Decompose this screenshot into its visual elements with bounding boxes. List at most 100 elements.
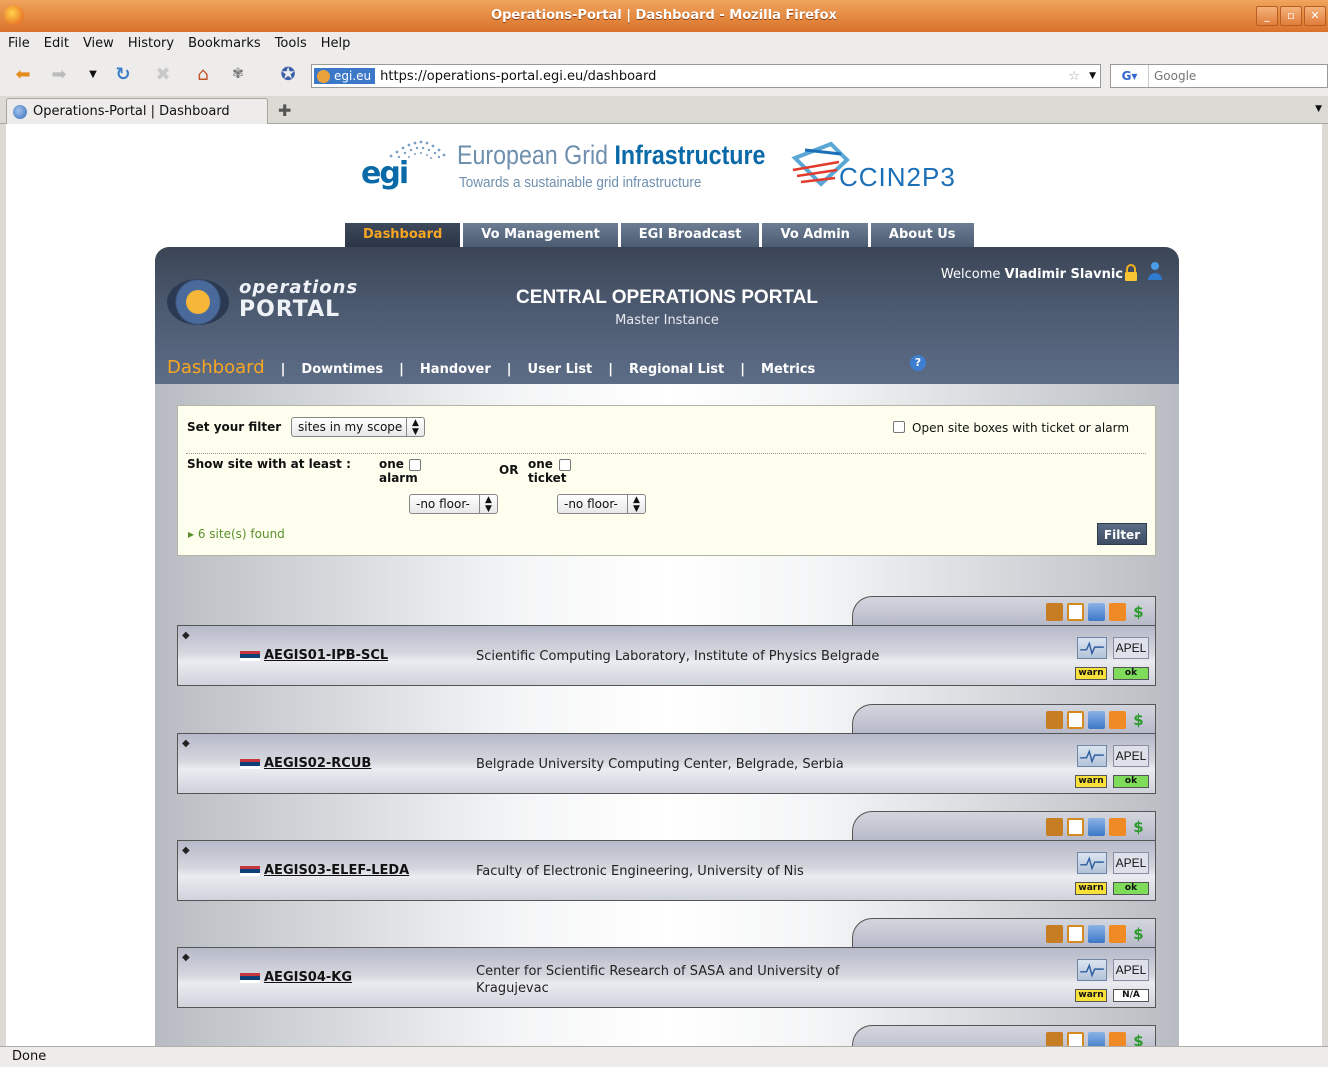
expand-toggle-icon[interactable]: ◆ xyxy=(182,738,190,749)
rss-icon[interactable] xyxy=(1109,603,1126,621)
refresh-icon[interactable]: $ xyxy=(1130,603,1147,621)
notepad-icon[interactable] xyxy=(1067,1032,1084,1046)
expand-toggle-icon[interactable]: ◆ xyxy=(182,845,190,856)
refresh-icon[interactable]: $ xyxy=(1130,818,1147,836)
stop-icon[interactable]: ✖ xyxy=(150,61,176,87)
ticket-floor-select[interactable]: -no floor- ▲ ▼ xyxy=(557,494,646,514)
expand-toggle-icon[interactable]: ◆ xyxy=(182,630,190,641)
create-ticket-icon[interactable] xyxy=(1046,711,1063,729)
scrollbar[interactable] xyxy=(1322,124,1328,1046)
search-bar[interactable]: G▾ xyxy=(1110,64,1328,88)
rss-icon[interactable] xyxy=(1109,1032,1126,1046)
status-badge-warn[interactable]: warn xyxy=(1075,775,1107,788)
subnav-dashboard[interactable]: Dashboard xyxy=(167,357,275,378)
sites-found-toggle[interactable]: ▸ 6 site(s) found xyxy=(188,527,285,541)
contact-icon[interactable] xyxy=(1088,1032,1105,1046)
notepad-icon[interactable] xyxy=(1067,711,1084,729)
ccin2p3-logo[interactable]: CCIN2P3 xyxy=(791,136,971,196)
url-bar[interactable]: egi.eu https://operations-portal.egi.eu/… xyxy=(311,64,1101,88)
scope-select[interactable]: sites in my scope ▲ ▼ xyxy=(291,417,425,437)
alarm-floor-select[interactable]: -no floor- ▲ ▼ xyxy=(409,494,498,514)
rss-icon[interactable] xyxy=(1109,711,1126,729)
create-ticket-icon[interactable] xyxy=(1046,603,1063,621)
alarm-checkbox[interactable] xyxy=(409,459,421,471)
bookmark-star-icon[interactable]: ☆ xyxy=(1068,69,1080,84)
status-badge-ok[interactable]: ok xyxy=(1113,667,1149,680)
url-text[interactable]: https://operations-portal.egi.eu/dashboa… xyxy=(380,69,656,84)
ticket-checkbox[interactable] xyxy=(559,459,571,471)
status-badge-na[interactable]: N/A xyxy=(1113,989,1149,1002)
tab-list-icon[interactable]: ▼ xyxy=(1315,104,1322,114)
notepad-icon[interactable] xyxy=(1067,603,1084,621)
subnav-regional-list[interactable]: Regional List xyxy=(619,362,734,377)
expand-toggle-icon[interactable]: ◆ xyxy=(182,952,190,963)
menu-history[interactable]: History xyxy=(128,36,174,51)
subnav-metrics[interactable]: Metrics xyxy=(751,362,825,377)
subnav-handover[interactable]: Handover xyxy=(410,362,501,377)
menu-view[interactable]: View xyxy=(83,36,114,51)
open-site-boxes-checkbox[interactable] xyxy=(893,421,905,433)
apel-button[interactable]: APEL xyxy=(1113,745,1149,767)
addon-icon[interactable]: ✾ xyxy=(225,61,251,87)
site-name-link[interactable]: AEGIS04-KG xyxy=(264,970,352,985)
browser-tab[interactable]: Operations-Portal | Dashboard xyxy=(6,98,268,124)
monitoring-icon[interactable] xyxy=(1077,852,1107,874)
subnav-user-list[interactable]: User List xyxy=(518,362,603,377)
reload-icon[interactable]: ↻ xyxy=(110,61,136,87)
url-dropdown-icon[interactable]: ▼ xyxy=(1089,71,1096,81)
menu-bookmarks[interactable]: Bookmarks xyxy=(188,36,261,51)
contact-icon[interactable] xyxy=(1088,711,1105,729)
rss-icon[interactable] xyxy=(1109,925,1126,943)
top-tab-vo-management[interactable]: Vo Management xyxy=(463,223,618,247)
top-tab-about-us[interactable]: About Us xyxy=(870,223,974,247)
site-name-link[interactable]: AEGIS02-RCUB xyxy=(264,756,371,771)
history-dropdown-icon[interactable]: ▼ xyxy=(80,61,106,87)
search-engine-icon[interactable]: G▾ xyxy=(1111,65,1149,87)
subnav-downtimes[interactable]: Downtimes xyxy=(291,362,393,377)
egi-logo[interactable]: egi European Grid Infrastructure Towards… xyxy=(361,138,781,198)
site-name-link[interactable]: AEGIS01-IPB-SCL xyxy=(264,648,388,663)
create-ticket-icon[interactable] xyxy=(1046,925,1063,943)
status-badge-ok[interactable]: ok xyxy=(1113,882,1149,895)
rss-icon[interactable] xyxy=(1109,818,1126,836)
create-ticket-icon[interactable] xyxy=(1046,1032,1063,1046)
refresh-icon[interactable]: $ xyxy=(1130,1032,1147,1046)
tools-icon[interactable]: ✪ xyxy=(275,61,301,87)
menu-help[interactable]: Help xyxy=(321,36,351,51)
contact-icon[interactable] xyxy=(1088,603,1105,621)
status-badge-ok[interactable]: ok xyxy=(1113,775,1149,788)
site-name-link[interactable]: AEGIS03-ELEF-LEDA xyxy=(264,863,409,878)
notepad-icon[interactable] xyxy=(1067,818,1084,836)
new-tab-icon[interactable]: ✚ xyxy=(278,101,291,120)
search-input[interactable] xyxy=(1154,69,1304,83)
top-tab-dashboard[interactable]: Dashboard xyxy=(345,223,461,247)
close-button[interactable]: ✕ xyxy=(1304,6,1326,26)
notepad-icon[interactable] xyxy=(1067,925,1084,943)
filter-button[interactable]: Filter xyxy=(1097,523,1147,545)
menu-tools[interactable]: Tools xyxy=(275,36,307,51)
monitoring-icon[interactable] xyxy=(1077,959,1107,981)
top-tab-egi-broadcast[interactable]: EGI Broadcast xyxy=(620,223,760,247)
user-icon[interactable] xyxy=(1147,261,1163,281)
refresh-icon[interactable]: $ xyxy=(1130,925,1147,943)
home-icon[interactable]: ⌂ xyxy=(190,61,216,87)
create-ticket-icon[interactable] xyxy=(1046,818,1063,836)
lock-icon[interactable] xyxy=(1123,264,1139,282)
monitoring-icon[interactable] xyxy=(1077,637,1107,659)
monitoring-icon[interactable] xyxy=(1077,745,1107,767)
top-tab-vo-admin[interactable]: Vo Admin xyxy=(762,223,868,247)
status-badge-warn[interactable]: warn xyxy=(1075,882,1107,895)
contact-icon[interactable] xyxy=(1088,925,1105,943)
apel-button[interactable]: APEL xyxy=(1113,959,1149,981)
forward-icon[interactable]: ➡ xyxy=(46,61,72,87)
minimize-button[interactable]: _ xyxy=(1256,6,1278,26)
site-identity-badge[interactable]: egi.eu xyxy=(314,68,376,84)
menu-edit[interactable]: Edit xyxy=(44,36,69,51)
maximize-button[interactable]: ▫ xyxy=(1280,6,1302,26)
apel-button[interactable]: APEL xyxy=(1113,852,1149,874)
status-badge-warn[interactable]: warn xyxy=(1075,989,1107,1002)
contact-icon[interactable] xyxy=(1088,818,1105,836)
back-icon[interactable]: ⬅ xyxy=(10,61,36,87)
status-badge-warn[interactable]: warn xyxy=(1075,667,1107,680)
menu-file[interactable]: File xyxy=(8,36,30,51)
